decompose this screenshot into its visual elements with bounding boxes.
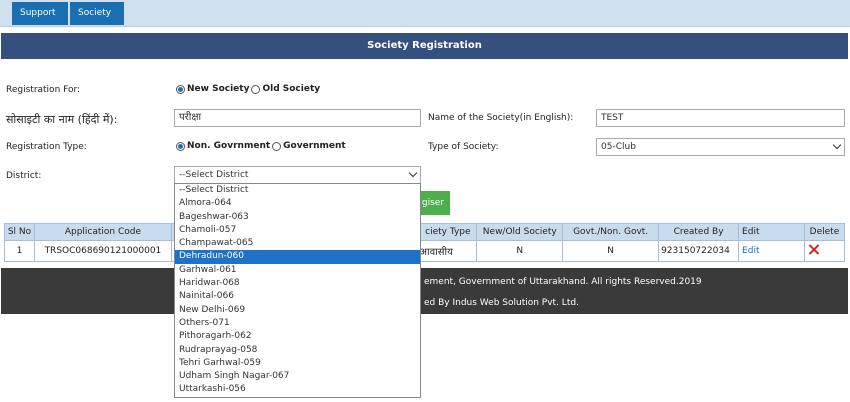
- society-name-hindi-input[interactable]: परीक्षा: [174, 109, 421, 127]
- nav-society-menu[interactable]: Society: [70, 2, 124, 38]
- nav-support-label: Support: [20, 8, 56, 18]
- cell-sl-no: 1: [4, 240, 35, 262]
- col-govt-non-govt: Govt./Non. Govt.: [562, 223, 660, 241]
- district-option[interactable]: Almora-064: [175, 197, 420, 210]
- district-option[interactable]: Haridwar-068: [175, 277, 420, 290]
- col-society-type: ciety Type: [418, 223, 478, 241]
- district-option[interactable]: Chamoli-057: [175, 224, 420, 237]
- cell-delete: [803, 240, 846, 262]
- district-option[interactable]: Udham Singh Nagar-067: [175, 370, 420, 383]
- chevron-down-icon: [408, 168, 418, 178]
- district-option[interactable]: Champawat-065: [175, 237, 420, 250]
- col-sl-no: Sl No: [4, 223, 35, 241]
- registration-type-label: Registration Type:: [6, 142, 87, 152]
- cell-created-by: 923150722034: [658, 240, 740, 262]
- cell-govt: N: [562, 240, 660, 262]
- registration-type-radio-group: Non. Govrnment Government: [176, 141, 348, 151]
- type-of-society-label: Type of Society:: [428, 142, 499, 152]
- district-option[interactable]: Uttarkashi-056: [175, 383, 420, 396]
- radio-unchecked-icon[interactable]: [251, 84, 261, 94]
- society-name-english-label: Name of the Society(in English):: [428, 113, 574, 123]
- table-header-row: Sl No Application Code ciety Type New/Ol…: [4, 223, 846, 241]
- chevron-down-icon: [832, 140, 842, 150]
- radio-government-label: Government: [283, 141, 346, 151]
- radio-new-society[interactable]: New Society: [176, 84, 249, 94]
- footer-credit: ed By Indus Web Solution Pvt. Ltd.: [424, 298, 579, 308]
- district-option[interactable]: Rudraprayag-058: [175, 344, 420, 357]
- delete-icon[interactable]: [808, 244, 819, 255]
- district-option[interactable]: New Delhi-069: [175, 304, 420, 317]
- radio-checked-icon[interactable]: [176, 84, 185, 94]
- district-select[interactable]: --Select District: [174, 166, 421, 184]
- applications-table: Sl No Application Code ciety Type New/Ol…: [4, 223, 846, 262]
- district-label: District:: [6, 171, 42, 181]
- district-dropdown-list: --Select District Almora-064 Bageshwar-0…: [174, 183, 421, 398]
- table-row: 1 TRSOC068690121000001 आवासीय N N 923150…: [4, 240, 846, 262]
- radio-old-society[interactable]: Old Society: [251, 84, 320, 94]
- top-nav-bar: Support Society: [0, 0, 850, 38]
- district-select-value: --Select District: [179, 170, 249, 180]
- type-of-society-select[interactable]: 05-Club: [596, 138, 845, 156]
- district-option[interactable]: Pithoragarh-062: [175, 330, 420, 343]
- district-option[interactable]: --Select District: [175, 184, 420, 197]
- type-of-society-value: 05-Club: [601, 142, 636, 152]
- cell-new-old: N: [476, 240, 564, 262]
- col-created-by: Created By: [658, 223, 740, 241]
- radio-non-government-label: Non. Govrnment: [187, 141, 271, 151]
- district-option[interactable]: Garhwal-061: [175, 264, 420, 277]
- cell-application-code: TRSOC068690121000001: [33, 240, 172, 262]
- edit-link[interactable]: Edit: [738, 240, 805, 262]
- society-name-hindi-label: सोसाइटी का नाम (हिंदी में):: [6, 113, 118, 126]
- registration-for-label: Registration For:: [6, 85, 81, 95]
- district-option-highlighted[interactable]: Dehradun-060: [175, 250, 420, 264]
- nav-support-menu[interactable]: Support: [12, 2, 68, 38]
- col-edit: Edit: [738, 223, 805, 241]
- footer-copyright: ement, Government of Uttarakhand. All ri…: [424, 277, 702, 287]
- society-name-english-input[interactable]: TEST: [596, 109, 845, 127]
- district-option[interactable]: Tehri Garhwal-059: [175, 357, 420, 370]
- radio-unchecked-icon[interactable]: [272, 141, 282, 151]
- col-new-old-society: New/Old Society: [476, 223, 564, 241]
- district-option[interactable]: Bageshwar-063: [175, 211, 420, 224]
- col-delete: Delete: [803, 223, 846, 241]
- nav-society-label: Society: [78, 8, 112, 18]
- radio-non-government[interactable]: Non. Govrnment: [176, 141, 270, 151]
- col-application-code: Application Code: [33, 223, 172, 241]
- district-option[interactable]: Others-071: [175, 317, 420, 330]
- radio-checked-icon[interactable]: [176, 141, 185, 151]
- radio-old-society-label: Old Society: [262, 84, 321, 94]
- cell-society-type: आवासीय: [418, 240, 478, 262]
- registration-for-radio-group: New Society Old Society: [176, 84, 322, 94]
- district-option[interactable]: Nainital-066: [175, 290, 420, 303]
- radio-new-society-label: New Society: [187, 84, 250, 94]
- page-title: Society Registration: [1, 33, 848, 59]
- footer: ement, Government of Uttarakhand. All ri…: [1, 268, 848, 314]
- radio-government[interactable]: Government: [272, 141, 346, 151]
